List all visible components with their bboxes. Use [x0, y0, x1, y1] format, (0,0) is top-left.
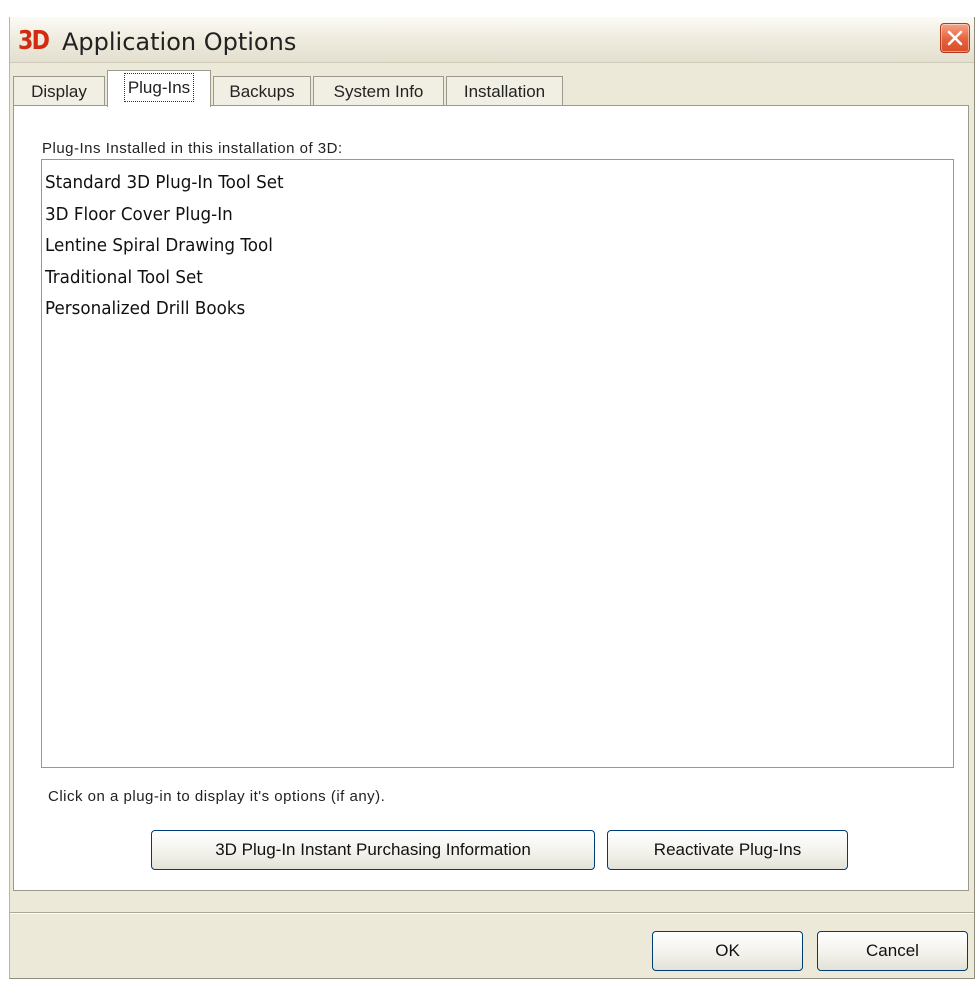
purchasing-information-button[interactable]: 3D Plug-In Instant Purchasing Informatio…	[151, 830, 595, 870]
plugin-hint-text: Click on a plug-in to display it's optio…	[48, 788, 386, 805]
app-logo-icon: 3D	[18, 26, 50, 56]
plugin-list-item[interactable]: Standard 3D Plug-In Tool Set	[45, 172, 284, 194]
plugin-list-label: Plug-Ins Installed in this installation …	[42, 140, 343, 157]
plugin-list[interactable]: Standard 3D Plug-In Tool Set 3D Floor Co…	[41, 159, 954, 768]
close-icon	[947, 30, 963, 46]
window-title: Application Options	[62, 28, 297, 56]
reactivate-plug-ins-button[interactable]: Reactivate Plug-Ins	[607, 830, 848, 870]
cancel-button[interactable]: Cancel	[817, 931, 968, 971]
tab-system-info[interactable]: System Info	[313, 76, 444, 106]
tab-backups[interactable]: Backups	[213, 76, 311, 106]
tab-installation[interactable]: Installation	[446, 76, 563, 106]
tab-plug-ins[interactable]: Plug-Ins	[107, 70, 211, 107]
application-options-dialog: 3D Application Options Display Plug-Ins …	[9, 17, 975, 979]
plugin-list-item[interactable]: Personalized Drill Books	[45, 298, 245, 320]
title-bar[interactable]: 3D Application Options	[10, 17, 974, 63]
tab-label: Plug-Ins	[123, 73, 195, 102]
tab-label: Display	[31, 82, 87, 101]
tab-label: System Info	[333, 82, 424, 101]
close-button[interactable]	[940, 23, 970, 53]
tab-label: Installation	[463, 82, 546, 101]
tab-label: Backups	[229, 82, 295, 101]
plugin-list-item[interactable]: Lentine Spiral Drawing Tool	[45, 235, 273, 257]
ok-button[interactable]: OK	[652, 931, 803, 971]
plugin-list-item[interactable]: Traditional Tool Set	[45, 267, 203, 289]
tab-display[interactable]: Display	[13, 76, 105, 106]
footer-divider	[10, 912, 974, 914]
plugin-list-item[interactable]: 3D Floor Cover Plug-In	[45, 204, 233, 226]
